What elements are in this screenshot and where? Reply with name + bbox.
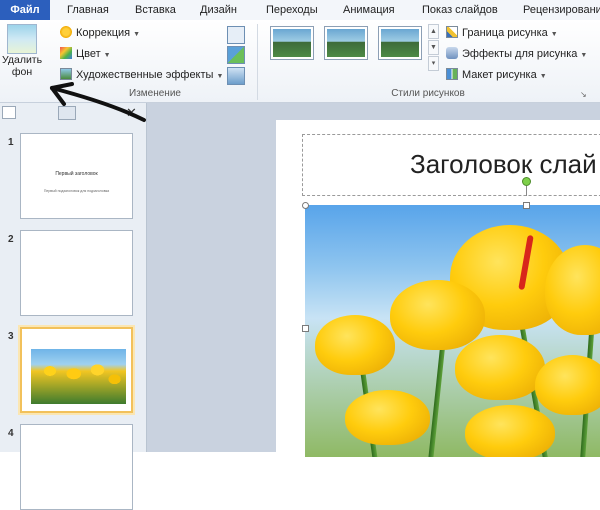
correction-button[interactable]: Коррекция ▼ — [60, 25, 140, 41]
slide-number: 2 — [8, 234, 14, 245]
picture-style-2[interactable] — [324, 26, 368, 60]
chevron-down-icon: ▼ — [216, 73, 224, 80]
tulips-picture[interactable] — [305, 205, 600, 457]
annotation-arrow — [50, 82, 146, 122]
chevron-down-icon: ▼ — [103, 52, 111, 59]
slide-thumbnail-photo — [31, 349, 126, 404]
chevron-down-icon: ▼ — [580, 52, 588, 59]
picture-layout-button[interactable]: Макет рисунка ▼ — [446, 67, 547, 83]
resize-handle[interactable] — [523, 202, 530, 209]
rotation-handle[interactable] — [522, 177, 531, 186]
slide-thumbnail-2[interactable] — [20, 230, 133, 316]
color-label: Цвет — [76, 48, 101, 60]
tulip — [315, 315, 395, 375]
gallery-up-icon[interactable]: ▲ — [428, 24, 439, 39]
slide-thumbnail-1[interactable]: Первый заголовок Первый подзаголовок для… — [20, 133, 133, 219]
tab-file[interactable]: Файл — [0, 0, 50, 20]
color-icon — [60, 47, 72, 59]
slide-title: Заголовок слай — [410, 149, 597, 179]
tulip — [465, 405, 555, 457]
chevron-down-icon: ▼ — [133, 31, 141, 38]
picture-effects-icon — [446, 47, 458, 59]
remove-background-button[interactable]: Удалить фон — [2, 22, 42, 86]
picture-effects-button[interactable]: Эффекты для рисунка ▼ — [446, 46, 587, 62]
slides-pane: ✕ 1 Первый заголовок Первый подзаголовок… — [0, 103, 147, 510]
dialog-launcher-icon[interactable]: ↘ — [580, 90, 587, 99]
tab-home[interactable]: Главная — [67, 0, 109, 20]
picture-styles-group-label: Стили рисунков — [391, 88, 465, 99]
tulip — [390, 280, 485, 350]
resize-handle[interactable] — [302, 325, 309, 332]
tab-animation[interactable]: Анимация — [343, 0, 395, 20]
pencil-icon — [446, 26, 458, 38]
slide-thumbnail-subtitle: Первый подзаголовок для подзаголовка — [43, 189, 110, 193]
tab-transitions[interactable]: Переходы — [266, 0, 318, 20]
tab-insert[interactable]: Вставка — [135, 0, 176, 20]
tulip — [455, 335, 545, 400]
gallery-scroll[interactable]: ▲ ▼ ▾ — [428, 24, 439, 76]
tulip — [345, 390, 430, 445]
tab-design[interactable]: Дизайн — [200, 0, 237, 20]
slide-number: 1 — [8, 137, 14, 148]
ribbon-tabs: Файл Главная Вставка Дизайн Переходы Ани… — [0, 0, 600, 21]
rotation-line — [526, 186, 527, 196]
picture-border-button[interactable]: Граница рисунка ▼ — [446, 25, 558, 41]
picture-layout-label: Макет рисунка — [462, 69, 537, 81]
compress-pictures-icon[interactable] — [227, 26, 245, 44]
change-picture-icon[interactable] — [227, 46, 245, 64]
slide-number: 4 — [8, 428, 14, 439]
slide-thumbnail-title: Первый заголовок — [55, 171, 98, 177]
slide-thumbnail-3[interactable] — [20, 327, 133, 413]
remove-background-label-2: фон — [11, 66, 33, 78]
picture-layout-icon — [446, 68, 458, 80]
picture-border-label: Граница рисунка — [462, 27, 548, 39]
correction-label: Коррекция — [76, 27, 131, 39]
chevron-down-icon: ▼ — [539, 73, 547, 80]
slides-tab[interactable] — [2, 106, 16, 119]
slide-thumbnail-4[interactable] — [20, 424, 133, 510]
group-separator — [257, 24, 258, 100]
picture-style-3[interactable] — [378, 26, 422, 60]
color-button[interactable]: Цвет ▼ — [60, 46, 111, 62]
tab-slideshow[interactable]: Показ слайдов — [422, 0, 498, 20]
picture-style-1[interactable] — [270, 26, 314, 60]
remove-background-icon — [7, 24, 37, 54]
chevron-down-icon: ▼ — [550, 31, 558, 38]
slide-number: 3 — [8, 331, 14, 342]
picture-effects-label: Эффекты для рисунка — [462, 48, 578, 60]
remove-background-label-1: Удалить — [2, 54, 43, 66]
tab-review[interactable]: Рецензирование — [523, 0, 600, 20]
gallery-down-icon[interactable]: ▼ — [428, 40, 439, 55]
resize-handle[interactable] — [302, 202, 309, 209]
reset-picture-icon[interactable] — [227, 67, 245, 85]
sun-icon — [60, 26, 72, 38]
gallery-more-icon[interactable]: ▾ — [428, 56, 439, 71]
tulip — [535, 355, 600, 415]
